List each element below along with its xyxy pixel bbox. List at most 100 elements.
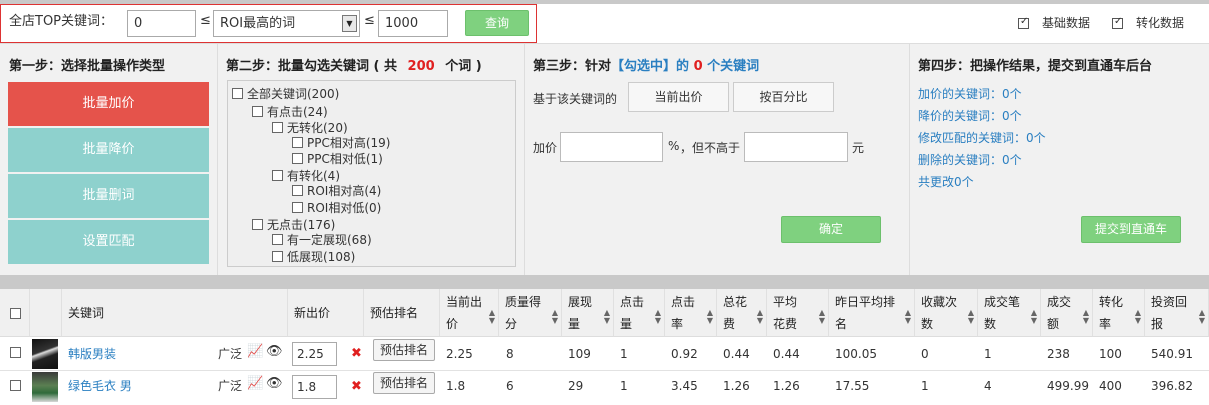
- set-match-button[interactable]: 设置匹配: [8, 220, 209, 264]
- tree-node[interactable]: 无转化(20): [272, 121, 348, 135]
- eye-icon[interactable]: 👁: [266, 377, 283, 391]
- eye-icon[interactable]: 👁: [266, 345, 283, 359]
- row-checkbox[interactable]: [10, 347, 21, 358]
- tree-node[interactable]: PPC相对低(1): [292, 152, 383, 166]
- cell-avg-cost: 0.44: [773, 347, 800, 361]
- estimate-button[interactable]: 预估排名: [373, 339, 435, 361]
- sort-icon[interactable]: ▲ ▼: [707, 309, 713, 325]
- metric-select-value: ROI最高的词: [220, 16, 296, 31]
- match-type[interactable]: 广泛: [218, 379, 242, 393]
- tree-node[interactable]: PPC相对高(19): [292, 136, 391, 150]
- cell-total-cost: 0.44: [723, 347, 750, 361]
- keyword-link[interactable]: 绿色毛衣 男: [68, 379, 132, 393]
- sort-icon[interactable]: ▲ ▼: [604, 309, 610, 325]
- col-ctr[interactable]: 点击率 ▲ ▼: [665, 289, 717, 337]
- batch-delete-button[interactable]: 批量删词: [8, 174, 209, 218]
- delete-icon[interactable]: ✖: [351, 379, 362, 394]
- col-quality[interactable]: 质量得分 ▲ ▼: [499, 289, 562, 337]
- tree-node[interactable]: 有一定展现(68): [272, 233, 372, 247]
- col-orders[interactable]: 成交笔数 ▲ ▼: [978, 289, 1041, 337]
- row-checkbox[interactable]: [10, 380, 21, 391]
- tree-node[interactable]: ROI相对低(0): [292, 201, 381, 215]
- confirm-button[interactable]: 确定: [781, 216, 881, 243]
- checkbox-icon[interactable]: [292, 137, 303, 148]
- sort-icon[interactable]: ▲ ▼: [819, 309, 825, 325]
- batch-lower-button[interactable]: 批量降价: [8, 128, 209, 172]
- chart-icon[interactable]: 📈: [247, 345, 263, 359]
- query-button[interactable]: 查询: [465, 10, 529, 36]
- sort-icon[interactable]: ▲ ▼: [655, 309, 661, 325]
- sort-icon[interactable]: ▲ ▼: [552, 309, 558, 325]
- col-conversion[interactable]: 转化率 ▲ ▼: [1093, 289, 1145, 337]
- lowered-keywords-link[interactable]: 降价的关键词：0个: [918, 107, 1022, 124]
- col-yesterday-rank[interactable]: 昨日平均排名 ▲ ▼: [829, 289, 915, 337]
- batch-raise-button[interactable]: 批量加价: [8, 82, 209, 126]
- col-roi[interactable]: 投资回报 ▲ ▼: [1145, 289, 1209, 337]
- select-arrow-icon[interactable]: ▼: [342, 15, 357, 32]
- cell-ctr: 0.92: [671, 347, 698, 361]
- col-favorites[interactable]: 收藏次数 ▲ ▼: [915, 289, 978, 337]
- checkbox-icon[interactable]: [272, 251, 283, 262]
- tree-node[interactable]: 有点击(24): [252, 105, 328, 119]
- product-thumbnail: [32, 372, 58, 402]
- cell-ctr: 3.45: [671, 379, 698, 393]
- col-revenue[interactable]: 成交额 ▲ ▼: [1041, 289, 1093, 337]
- current-bid-button[interactable]: 当前出价: [628, 82, 729, 112]
- raised-keywords-link[interactable]: 加价的关键词：0个: [918, 85, 1022, 102]
- tree-node[interactable]: 无点击(176): [252, 218, 335, 232]
- col-total-cost[interactable]: 总花费 ▲ ▼: [717, 289, 767, 337]
- col-impressions[interactable]: 展现量 ▲ ▼: [562, 289, 614, 337]
- keyword-link[interactable]: 韩版男装: [68, 347, 116, 361]
- metric-select[interactable]: ROI最高的词 ▼: [213, 10, 360, 37]
- estimate-button[interactable]: 预估排名: [373, 372, 435, 394]
- checkbox-icon[interactable]: [272, 170, 283, 181]
- cell-current-bid: 2.25: [446, 347, 473, 361]
- checkbox-icon[interactable]: [252, 219, 263, 230]
- select-all-checkbox[interactable]: [10, 308, 21, 319]
- max-price-input[interactable]: [744, 132, 848, 162]
- tree-node[interactable]: 低展现(108): [272, 250, 355, 264]
- checkbox-icon[interactable]: [252, 106, 263, 117]
- checkbox-icon[interactable]: [232, 88, 243, 99]
- max-value-input[interactable]: 1000: [378, 10, 448, 37]
- total-changed-link[interactable]: 共更改0个: [918, 173, 974, 190]
- checkbox-icon[interactable]: [272, 122, 283, 133]
- checkbox-icon[interactable]: [292, 185, 303, 196]
- chart-icon[interactable]: 📈: [247, 377, 263, 391]
- checkbox-icon[interactable]: [272, 234, 283, 245]
- match-type[interactable]: 广泛: [218, 347, 242, 361]
- percent-input[interactable]: [560, 132, 663, 162]
- match-changed-link[interactable]: 修改匹配的关键词：0个: [918, 129, 1046, 146]
- new-bid-input[interactable]: 1.8: [292, 375, 337, 399]
- divider: [217, 43, 218, 275]
- tree-node[interactable]: 有转化(4): [272, 169, 340, 183]
- sort-icon[interactable]: ▲ ▼: [1031, 309, 1037, 325]
- cell-quality: 6: [506, 379, 514, 393]
- deleted-keywords-link[interactable]: 删除的关键词：0个: [918, 151, 1022, 168]
- col-clicks[interactable]: 点击量 ▲ ▼: [614, 289, 665, 337]
- checkbox-icon[interactable]: [292, 153, 303, 164]
- sort-icon[interactable]: ▲ ▼: [905, 309, 911, 325]
- sort-icon[interactable]: ▲ ▼: [1135, 309, 1141, 325]
- min-value-input[interactable]: 0: [127, 10, 196, 37]
- step4-title: 第四步：把操作结果，提交到直通车后台: [918, 59, 1153, 74]
- sort-icon[interactable]: ▲ ▼: [757, 309, 763, 325]
- checkbox-icon[interactable]: [292, 202, 303, 213]
- sort-icon[interactable]: ▲ ▼: [489, 309, 495, 325]
- conversion-data-checkbox[interactable]: ✓: [1112, 16, 1123, 29]
- new-bid-input[interactable]: 2.25: [292, 342, 337, 366]
- col-current-bid[interactable]: 当前出价 ▲ ▼: [440, 289, 499, 337]
- sort-icon[interactable]: ▲ ▼: [1199, 309, 1205, 325]
- tree-node[interactable]: 全部关键词(200): [232, 87, 339, 101]
- delete-icon[interactable]: ✖: [351, 346, 362, 361]
- percent-button[interactable]: 按百分比: [733, 82, 834, 112]
- cell-clicks: 1: [620, 347, 628, 361]
- step2-title: 第二步：批量勾选关键词 ( 共 200 个词 ): [226, 59, 482, 74]
- basic-data-checkbox[interactable]: ✓: [1018, 16, 1029, 29]
- tree-node[interactable]: ROI相对高(4): [292, 184, 381, 198]
- submit-button[interactable]: 提交到直通车: [1081, 216, 1181, 243]
- col-avg-cost[interactable]: 平均花费 ▲ ▼: [767, 289, 829, 337]
- selected-count: 0: [693, 59, 703, 74]
- sort-icon[interactable]: ▲ ▼: [1083, 309, 1089, 325]
- sort-icon[interactable]: ▲ ▼: [968, 309, 974, 325]
